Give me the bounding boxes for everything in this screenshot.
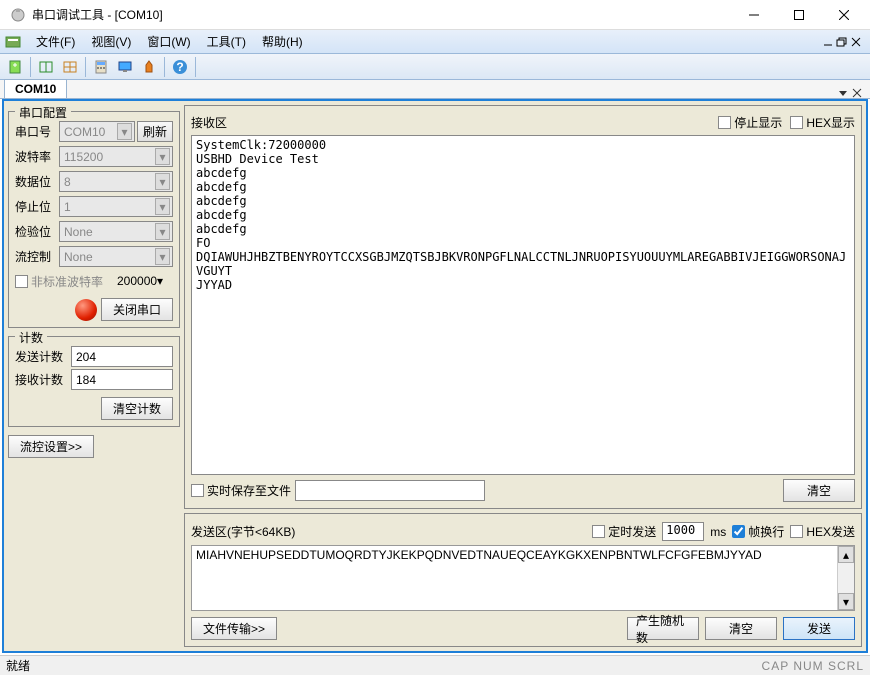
send-textarea[interactable]: MIAHVNEHUPSEDDTUMOQRDTYJKEKPQDNVEDTNAUEQ…: [191, 545, 855, 611]
left-panel: 串口配置 串口号 COM10▾ 刷新 波特率 115200▾ 数据位 8▾ 停止…: [8, 105, 180, 647]
mdi-restore-icon[interactable]: [836, 37, 848, 47]
status-led-icon: [75, 299, 97, 321]
scroll-up-icon[interactable]: ▴: [838, 546, 854, 563]
menu-icon: [4, 33, 22, 51]
chevron-down-icon: ▾: [155, 248, 170, 265]
nonstd-checkbox[interactable]: [15, 275, 28, 288]
tb-monitor-icon[interactable]: [114, 56, 136, 78]
close-button[interactable]: [821, 0, 866, 29]
nonstd-select[interactable]: 200000▾: [117, 274, 173, 288]
send-count-label: 发送计数: [15, 348, 71, 365]
hex-display-checkbox[interactable]: HEX显示: [790, 114, 855, 131]
scroll-down-icon[interactable]: ▾: [838, 593, 854, 610]
port-config-group: 串口配置 串口号 COM10▾ 刷新 波特率 115200▾ 数据位 8▾ 停止…: [8, 111, 180, 328]
status-indicators: CAP NUM SCRL: [762, 659, 864, 673]
chevron-down-icon: ▾: [155, 173, 170, 190]
chevron-down-icon: ▾: [117, 123, 132, 140]
statusbar: 就绪 CAP NUM SCRL: [0, 655, 870, 675]
interval-input[interactable]: 1000: [662, 522, 704, 541]
flow-select[interactable]: None▾: [59, 246, 173, 267]
titlebar: 串口调试工具 - [COM10]: [0, 0, 870, 30]
svg-text:?: ?: [176, 60, 183, 74]
app-icon: [10, 7, 26, 23]
recv-textarea[interactable]: SystemClk:72000000 USBHD Device Test abc…: [191, 135, 855, 475]
port-select[interactable]: COM10▾: [59, 121, 135, 142]
send-group: 发送区(字节<64KB) 定时发送 1000 ms 帧换行 HEX发送 MIAH…: [184, 513, 862, 647]
send-button[interactable]: 发送: [783, 617, 855, 640]
stop-display-checkbox[interactable]: 停止显示: [718, 114, 782, 131]
tb-calc-icon[interactable]: [90, 56, 112, 78]
tb-layout1-icon[interactable]: [35, 56, 57, 78]
timed-send-checkbox[interactable]: 定时发送: [592, 523, 656, 540]
minimize-button[interactable]: [731, 0, 776, 29]
parity-label: 检验位: [15, 223, 59, 240]
counter-title: 计数: [15, 329, 47, 346]
tab-com10[interactable]: COM10: [4, 79, 67, 98]
status-ready: 就绪: [6, 657, 30, 674]
recv-count-value: 184: [71, 369, 173, 390]
menu-view[interactable]: 视图(V): [83, 30, 139, 53]
send-clear-button[interactable]: 清空: [705, 617, 777, 640]
save-file-checkbox[interactable]: 实时保存至文件: [191, 482, 291, 499]
stop-select[interactable]: 1▾: [59, 196, 173, 217]
port-config-title: 串口配置: [15, 104, 71, 121]
clear-count-button[interactable]: 清空计数: [101, 397, 173, 420]
menubar: 文件(F) 视图(V) 窗口(W) 工具(T) 帮助(H): [0, 30, 870, 54]
recv-group: 接收区 停止显示 HEX显示 SystemClk:72000000 USBHD …: [184, 105, 862, 509]
flow-settings-button[interactable]: 流控设置>>: [8, 435, 94, 458]
recv-count-label: 接收计数: [15, 371, 71, 388]
data-select[interactable]: 8▾: [59, 171, 173, 192]
tab-close-icon[interactable]: [852, 88, 862, 98]
close-port-button[interactable]: 关闭串口: [101, 298, 173, 321]
tab-dropdown-icon[interactable]: [838, 88, 848, 98]
stop-label: 停止位: [15, 198, 59, 215]
toolbar: ?: [0, 54, 870, 80]
random-button[interactable]: 产生随机数: [627, 617, 699, 640]
chevron-down-icon: ▾: [157, 274, 163, 288]
flow-label: 流控制: [15, 248, 59, 265]
maximize-button[interactable]: [776, 0, 821, 29]
tb-layout2-icon[interactable]: [59, 56, 81, 78]
baud-label: 波特率: [15, 148, 59, 165]
file-transfer-button[interactable]: 文件传输>>: [191, 617, 277, 640]
send-title: 发送区(字节<64KB): [191, 523, 586, 540]
mdi-close-icon[interactable]: [850, 37, 862, 47]
hex-send-checkbox[interactable]: HEX发送: [790, 523, 855, 540]
send-count-value: 204: [71, 346, 173, 367]
chevron-down-icon: ▾: [155, 148, 170, 165]
refresh-button[interactable]: 刷新: [137, 121, 173, 142]
menu-file[interactable]: 文件(F): [28, 30, 83, 53]
data-label: 数据位: [15, 173, 59, 190]
baud-select[interactable]: 115200▾: [59, 146, 173, 167]
recv-clear-button[interactable]: 清空: [783, 479, 855, 502]
tb-orange-icon[interactable]: [138, 56, 160, 78]
ms-label: ms: [710, 525, 726, 539]
workspace: 串口配置 串口号 COM10▾ 刷新 波特率 115200▾ 数据位 8▾ 停止…: [2, 99, 868, 653]
menu-help[interactable]: 帮助(H): [254, 30, 311, 53]
window-title: 串口调试工具 - [COM10]: [32, 6, 731, 23]
counter-group: 计数 发送计数 204 接收计数 184 清空计数: [8, 336, 180, 427]
wrap-checkbox[interactable]: 帧换行: [732, 523, 784, 540]
mdi-minimize-icon[interactable]: [822, 37, 834, 47]
save-file-path-input[interactable]: [295, 480, 485, 501]
menu-window[interactable]: 窗口(W): [139, 30, 198, 53]
chevron-down-icon: ▾: [155, 198, 170, 215]
tabbar: COM10: [0, 80, 870, 99]
nonstd-label: 非标准波特率: [31, 273, 103, 290]
parity-select[interactable]: None▾: [59, 221, 173, 242]
tb-new-icon[interactable]: [4, 56, 26, 78]
port-label: 串口号: [15, 123, 59, 140]
right-panel: 接收区 停止显示 HEX显示 SystemClk:72000000 USBHD …: [184, 105, 862, 647]
scrollbar[interactable]: ▴ ▾: [837, 546, 854, 610]
menu-tool[interactable]: 工具(T): [199, 30, 254, 53]
recv-title: 接收区: [191, 114, 227, 131]
tb-help-icon[interactable]: ?: [169, 56, 191, 78]
chevron-down-icon: ▾: [155, 223, 170, 240]
